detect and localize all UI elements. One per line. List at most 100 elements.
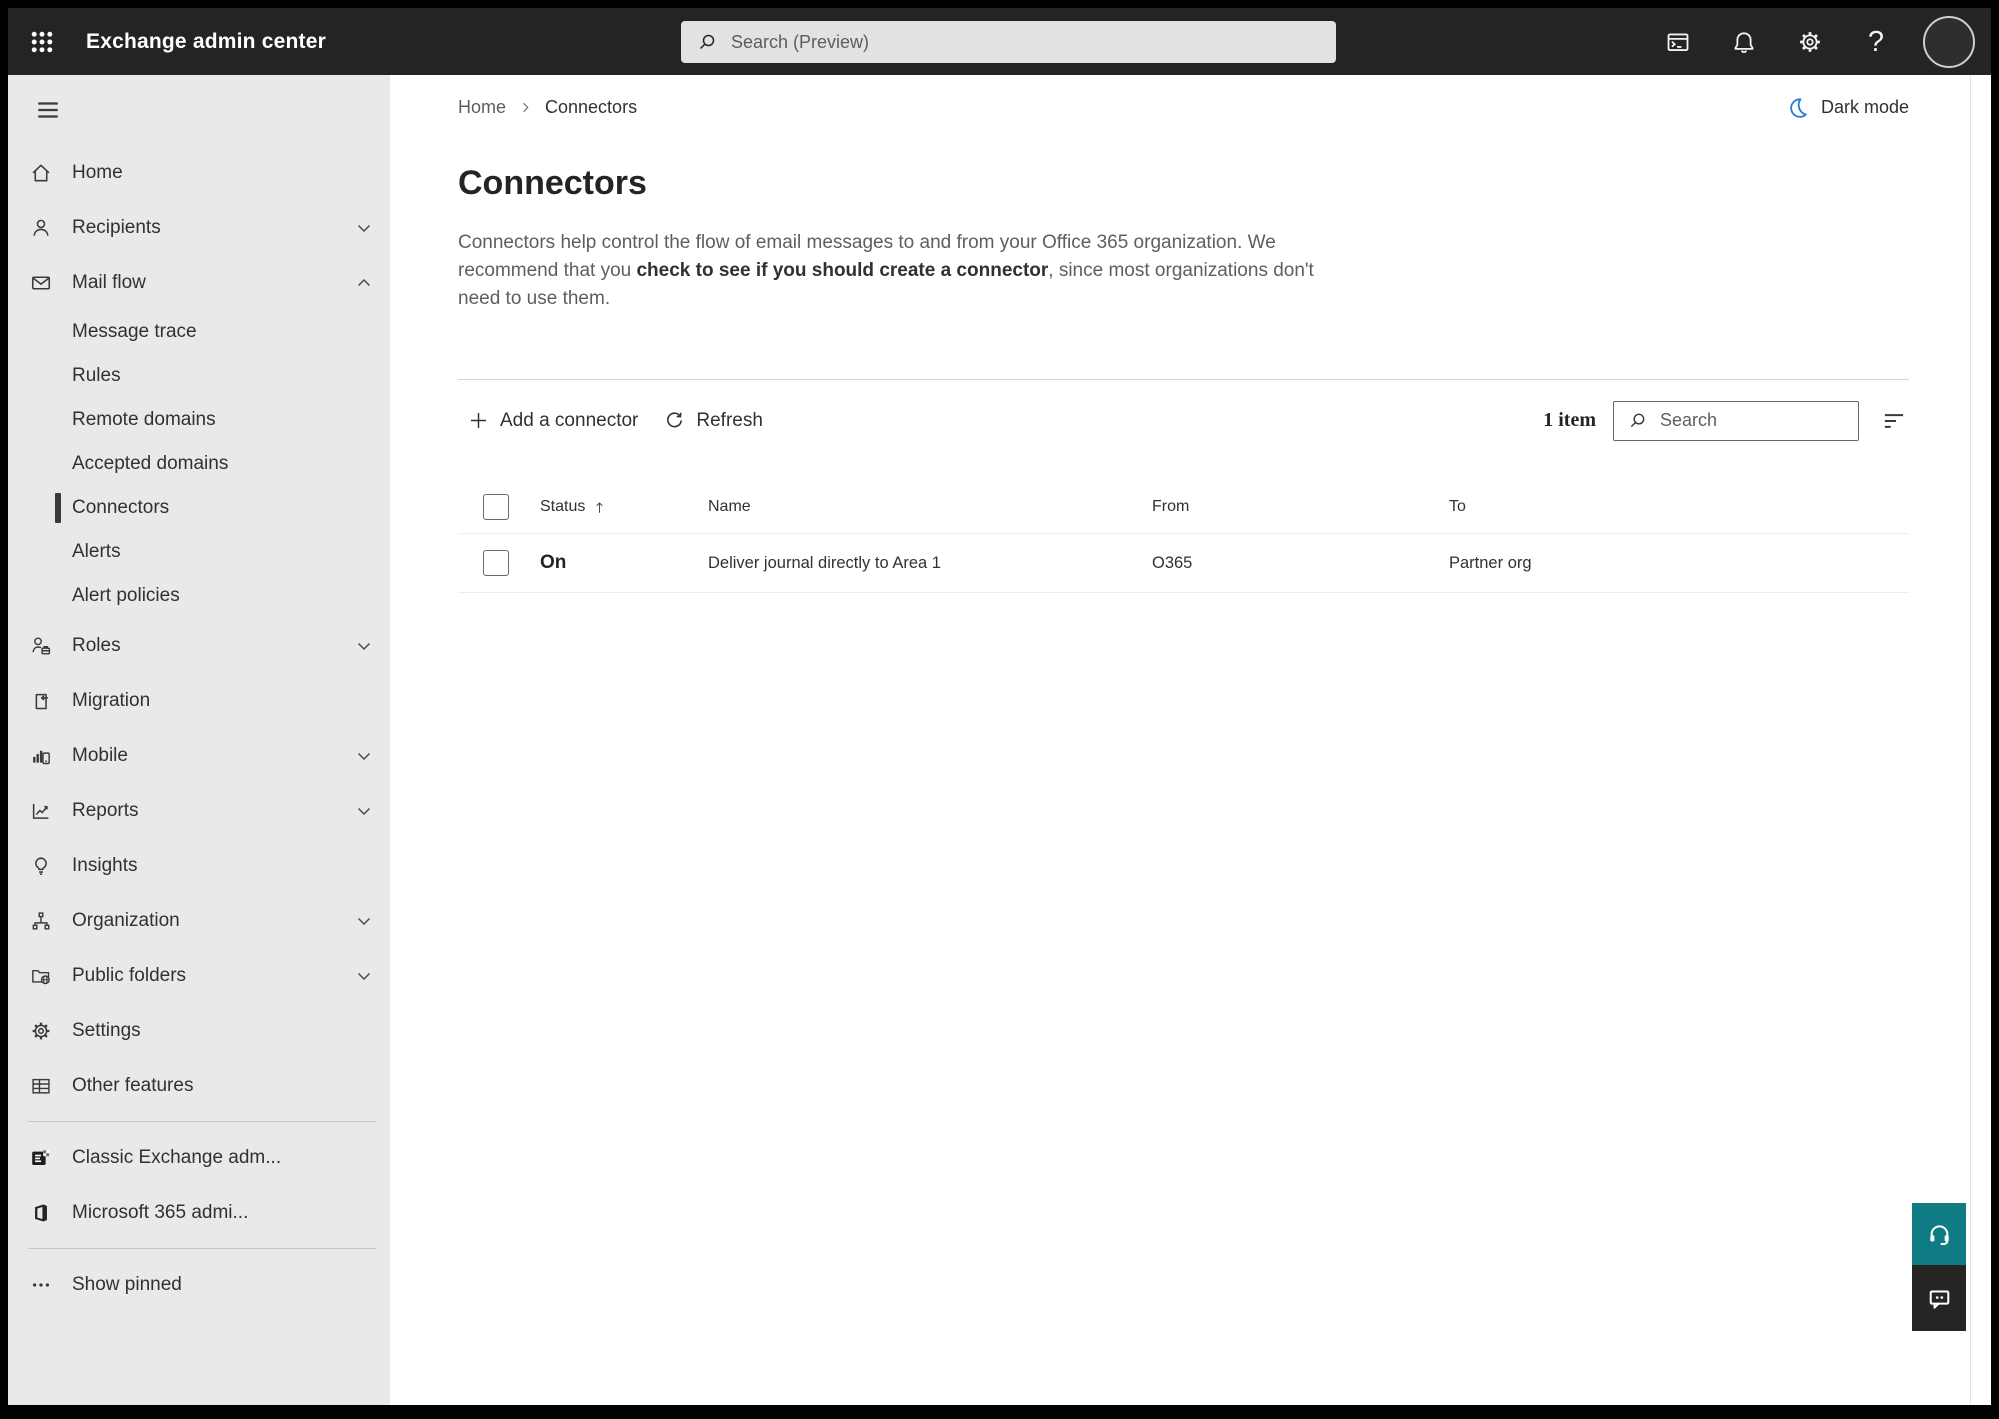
page-title: Connectors (458, 164, 647, 202)
add-connector-label: Add a connector (500, 409, 639, 431)
feedback-bubble-icon (1926, 1285, 1953, 1312)
sidebar-item-label: Message trace (72, 321, 197, 342)
row-name[interactable]: Deliver journal directly to Area 1 (708, 554, 1152, 573)
row-from: O365 (1152, 553, 1193, 572)
sidebar-item-microsoft-365-admi[interactable]: Microsoft 365 admi... (8, 1185, 390, 1240)
settings-button[interactable] (1791, 23, 1829, 61)
page-description: Connectors help control the flow of emai… (458, 229, 1316, 313)
sidebar-item-label: Classic Exchange adm... (72, 1146, 282, 1168)
exchange-logo-icon (30, 1147, 52, 1169)
app-launcher-button[interactable] (22, 22, 62, 62)
breadcrumb: Home Connectors (458, 97, 637, 118)
sidebar-item-alert-policies[interactable]: Alert policies (8, 574, 390, 618)
list-search-input[interactable] (1658, 409, 1848, 432)
refresh-icon (664, 410, 685, 431)
sidebar-item-label: Roles (72, 634, 121, 656)
roles-icon (30, 635, 52, 657)
ellipsis-icon (30, 1274, 52, 1296)
column-header-name[interactable]: Name (708, 498, 1152, 516)
migration-icon (30, 690, 52, 712)
sidebar-item-connectors[interactable]: Connectors (8, 486, 390, 530)
sidebar-item-home[interactable]: Home (8, 145, 390, 200)
sort-ascending-icon (592, 499, 607, 516)
filter-icon (1881, 408, 1907, 434)
sidebar-item-label: Recipients (72, 216, 161, 238)
gear-icon (1797, 29, 1823, 55)
connectors-table: Status Name From To On Deliver journal d… (458, 481, 1909, 593)
account-avatar[interactable] (1923, 15, 1975, 68)
sidebar-item-label: Insights (72, 854, 138, 876)
add-connector-button[interactable]: Add a connector (468, 410, 638, 432)
app-launcher-icon (29, 29, 55, 55)
row-status: On (540, 552, 567, 573)
sidebar-item-public-folders[interactable]: Public folders (8, 948, 390, 1003)
dark-mode-label: Dark mode (1820, 96, 1909, 117)
sidebar-item-label: Settings (72, 1019, 141, 1041)
sidebar-item-mobile[interactable]: Mobile (8, 728, 390, 783)
sidebar-item-mail-flow[interactable]: Mail flow (8, 255, 390, 310)
feedback-button[interactable] (1912, 1265, 1966, 1331)
scrollbar-track[interactable] (1970, 75, 1991, 1405)
sidebar-item-accepted-domains[interactable]: Accepted domains (8, 442, 390, 486)
filter-button[interactable] (1879, 406, 1909, 436)
list-toolbar: Add a connector Refresh 1 item (458, 379, 1909, 461)
chevron-down-icon (354, 911, 374, 931)
global-search[interactable] (681, 21, 1336, 63)
refresh-button[interactable]: Refresh (664, 410, 763, 432)
bell-icon (1731, 29, 1757, 55)
powershell-terminal-button[interactable] (1659, 23, 1697, 61)
sidebar-item-migration[interactable]: Migration (8, 673, 390, 728)
sidebar-item-label: Accepted domains (72, 453, 229, 474)
reports-icon (30, 800, 52, 822)
item-count: 1 item (1543, 409, 1596, 431)
organization-icon (30, 910, 52, 932)
sidebar-nav: Home Recipients Mail flow Message trace … (8, 145, 390, 1312)
sidebar-item-other-features[interactable]: Other features (8, 1058, 390, 1113)
exchange-admin-window: Exchange admin center ? (0, 0, 1999, 1419)
app-title: Exchange admin center (86, 29, 326, 53)
sidebar-item-insights[interactable]: Insights (8, 838, 390, 893)
sidebar-item-rules[interactable]: Rules (8, 354, 390, 398)
topbar-actions: ? (1659, 15, 1981, 68)
sidebar-item-label: Public folders (72, 964, 187, 986)
global-search-input[interactable] (729, 30, 1324, 54)
sidebar-item-label: Rules (72, 365, 121, 386)
sidebar-item-organization[interactable]: Organization (8, 893, 390, 948)
list-search[interactable] (1613, 400, 1859, 441)
sidebar-item-show-pinned[interactable]: Show pinned (8, 1257, 390, 1312)
sidebar-item-label: Remote domains (72, 409, 216, 430)
help-button[interactable]: ? (1857, 23, 1895, 61)
person-icon (30, 217, 52, 239)
support-button[interactable] (1912, 1203, 1966, 1265)
public-folders-icon (30, 965, 52, 987)
sidebar-item-recipients[interactable]: Recipients (8, 200, 390, 255)
sidebar-item-label: Microsoft 365 admi... (72, 1201, 249, 1223)
sidebar-item-label: Alert policies (72, 585, 180, 606)
column-header-status[interactable]: Status (540, 498, 708, 516)
plus-icon (468, 410, 489, 431)
sidebar-item-label: Connectors (72, 497, 170, 518)
sidebar-item-settings[interactable]: Settings (8, 1003, 390, 1058)
search-icon (1628, 411, 1647, 430)
collapse-nav-button[interactable] (28, 91, 68, 129)
column-header-to[interactable]: To (1449, 498, 1909, 516)
notifications-button[interactable] (1725, 23, 1763, 61)
table-header-row: Status Name From To (458, 481, 1909, 534)
table-row[interactable]: On Deliver journal directly to Area 1 O3… (458, 534, 1909, 593)
select-all-checkbox[interactable] (483, 494, 509, 520)
sidebar-item-reports[interactable]: Reports (8, 783, 390, 838)
row-checkbox[interactable] (483, 550, 509, 576)
column-header-from[interactable]: From (1152, 498, 1449, 516)
breadcrumb-home[interactable]: Home (458, 97, 506, 118)
sidebar-item-label: Alerts (72, 541, 121, 562)
dark-mode-toggle[interactable]: Dark mode (1786, 96, 1909, 119)
sidebar-item-remote-domains[interactable]: Remote domains (8, 398, 390, 442)
sidebar-item-roles[interactable]: Roles (8, 618, 390, 673)
sidebar-item-alerts[interactable]: Alerts (8, 530, 390, 574)
sidebar-divider (28, 1248, 376, 1249)
sidebar-item-message-trace[interactable]: Message trace (8, 310, 390, 354)
check-connector-link[interactable]: check to see if you should create a conn… (636, 260, 1048, 281)
topbar: Exchange admin center ? (8, 8, 1991, 75)
sidebar-item-classic-exchange-adm[interactable]: Classic Exchange adm... (8, 1130, 390, 1185)
sidebar-item-label: Organization (72, 909, 180, 931)
